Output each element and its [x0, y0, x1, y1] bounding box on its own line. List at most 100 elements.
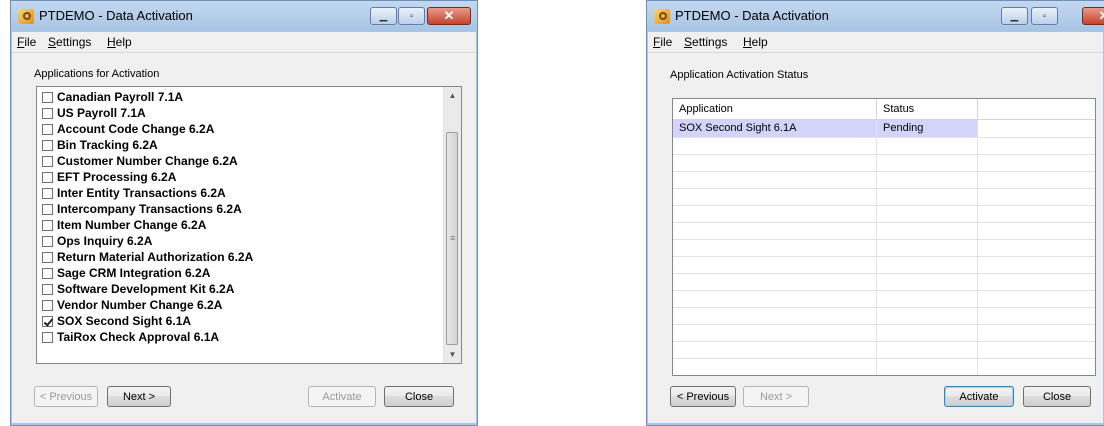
cell-application — [673, 307, 877, 324]
cell-status — [877, 273, 978, 290]
list-item-label: SOX Second Sight 6.1A — [57, 314, 192, 328]
menu-file[interactable]: File — [653, 35, 672, 49]
next-button[interactable]: Next > — [743, 386, 809, 407]
minimize-button[interactable]: ▁ — [1001, 7, 1028, 25]
minimize-button[interactable]: ▁ — [370, 7, 397, 25]
activate-button[interactable]: Activate — [944, 386, 1014, 407]
checkbox[interactable] — [42, 267, 53, 279]
cell-status — [877, 222, 978, 239]
menu-help[interactable]: Help — [107, 35, 132, 49]
list-item[interactable]: Software Development Kit 6.2A — [42, 281, 234, 297]
checkbox[interactable] — [42, 123, 53, 135]
list-item-label: TaiRox Check Approval 6.1A — [57, 330, 220, 344]
cell-application — [673, 154, 877, 171]
list-item-label: Account Code Change 6.2A — [57, 122, 215, 136]
column-header-status[interactable]: Status — [877, 99, 978, 119]
list-item[interactable]: US Payroll 7.1A — [42, 105, 146, 121]
cell-status — [877, 341, 978, 358]
checkbox[interactable] — [42, 187, 53, 199]
list-item-label: US Payroll 7.1A — [57, 106, 146, 120]
list-item[interactable]: Return Material Authorization 6.2A — [42, 249, 253, 265]
table-row-empty — [673, 307, 1095, 325]
close-window-button[interactable]: ✕ — [427, 7, 471, 25]
menu-file[interactable]: File — [17, 35, 36, 49]
column-header-application[interactable]: Application — [673, 99, 877, 119]
app-icon — [18, 9, 34, 24]
menu-settings[interactable]: Settings — [684, 35, 727, 49]
list-item[interactable]: Account Code Change 6.2A — [42, 121, 214, 137]
checkbox[interactable] — [42, 251, 53, 263]
applications-checklist[interactable]: Canadian Payroll 7.1A US Payroll 7.1A Acco… — [36, 86, 462, 364]
scroll-up-icon[interactable]: ▲ — [444, 87, 461, 104]
list-item[interactable]: Vendor Number Change 6.2A — [42, 297, 222, 313]
checkbox[interactable] — [42, 155, 53, 167]
list-item-label: EFT Processing 6.2A — [57, 170, 177, 184]
title-bar[interactable]: PTDEMO - Data Activation ▁ ▫ ✕ — [647, 1, 1104, 31]
close-button[interactable]: Close — [1023, 386, 1091, 407]
maximize-button[interactable]: ▫ — [1031, 7, 1058, 25]
checkbox[interactable] — [42, 299, 53, 311]
table-row[interactable]: SOX Second Sight 6.1A Pending — [673, 120, 1095, 138]
vertical-scrollbar[interactable]: ▲ ≡ ▼ — [443, 87, 461, 363]
list-item[interactable]: Inter Entity Transactions 6.2A — [42, 185, 226, 201]
checkbox-checked[interactable] — [42, 315, 53, 327]
cell-application — [673, 273, 877, 290]
minimize-icon: ▁ — [1010, 10, 1019, 22]
window-title: PTDEMO - Data Activation — [39, 8, 193, 23]
group-label: Application Activation Status — [670, 69, 809, 81]
list-item[interactable]: Sage CRM Integration 6.2A — [42, 265, 210, 281]
cell-application — [673, 205, 877, 222]
list-item[interactable]: SOX Second Sight 6.1A — [42, 313, 191, 329]
cell-application — [673, 290, 877, 307]
list-item-label: Return Material Authorization 6.2A — [57, 250, 254, 264]
checkbox[interactable] — [42, 91, 53, 103]
menu-bar: File Settings Help — [648, 32, 1103, 53]
close-button[interactable]: Close — [384, 386, 454, 407]
title-bar[interactable]: PTDEMO - Data Activation ▁ ▫ ✕ — [11, 1, 477, 31]
scroll-thumb[interactable]: ≡ — [446, 132, 458, 345]
table-row-empty — [673, 171, 1095, 189]
list-item[interactable]: Intercompany Transactions 6.2A — [42, 201, 242, 217]
table-row-empty — [673, 222, 1095, 240]
list-item[interactable]: Bin Tracking 6.2A — [42, 137, 158, 153]
cell-application — [673, 358, 877, 375]
checkbox[interactable] — [42, 235, 53, 247]
next-button[interactable]: Next > — [107, 386, 171, 407]
client-area: Application Activation Status Applicatio… — [648, 53, 1103, 423]
checkbox[interactable] — [42, 107, 53, 119]
list-item-label: Customer Number Change 6.2A — [57, 154, 238, 168]
cell-status: Pending — [877, 120, 978, 137]
menu-settings[interactable]: Settings — [48, 35, 91, 49]
table-row-empty — [673, 239, 1095, 257]
list-item-label: Sage CRM Integration 6.2A — [57, 266, 211, 280]
column-header-empty — [978, 99, 1095, 119]
activate-button[interactable]: Activate — [308, 386, 376, 407]
checkbox[interactable] — [42, 331, 53, 343]
list-item[interactable]: EFT Processing 6.2A — [42, 169, 176, 185]
scroll-down-icon[interactable]: ▼ — [444, 346, 461, 363]
checkbox[interactable] — [42, 219, 53, 231]
cell-status — [877, 171, 978, 188]
table-row-empty — [673, 341, 1095, 359]
cell-empty — [978, 222, 1095, 239]
list-item-label: Software Development Kit 6.2A — [57, 282, 235, 296]
cell-application — [673, 256, 877, 273]
list-item[interactable]: TaiRox Check Approval 6.1A — [42, 329, 219, 345]
list-item[interactable]: Ops Inquiry 6.2A — [42, 233, 152, 249]
status-grid[interactable]: Application Status SOX Second Sight 6.1A… — [672, 98, 1096, 376]
close-window-button[interactable]: ✕ — [1082, 7, 1104, 25]
cell-empty — [978, 205, 1095, 222]
checkbox[interactable] — [42, 139, 53, 151]
previous-button[interactable]: < Previous — [670, 386, 736, 407]
checkbox[interactable] — [42, 203, 53, 215]
menu-help[interactable]: Help — [743, 35, 768, 49]
checkbox[interactable] — [42, 283, 53, 295]
minimize-icon: ▁ — [379, 10, 388, 22]
checkbox[interactable] — [42, 171, 53, 183]
previous-button[interactable]: < Previous — [34, 386, 98, 407]
list-item[interactable]: Item Number Change 6.2A — [42, 217, 206, 233]
list-item-label: Inter Entity Transactions 6.2A — [57, 186, 226, 200]
maximize-button[interactable]: ▫ — [398, 7, 425, 25]
list-item[interactable]: Customer Number Change 6.2A — [42, 153, 238, 169]
list-item[interactable]: Canadian Payroll 7.1A — [42, 89, 183, 105]
